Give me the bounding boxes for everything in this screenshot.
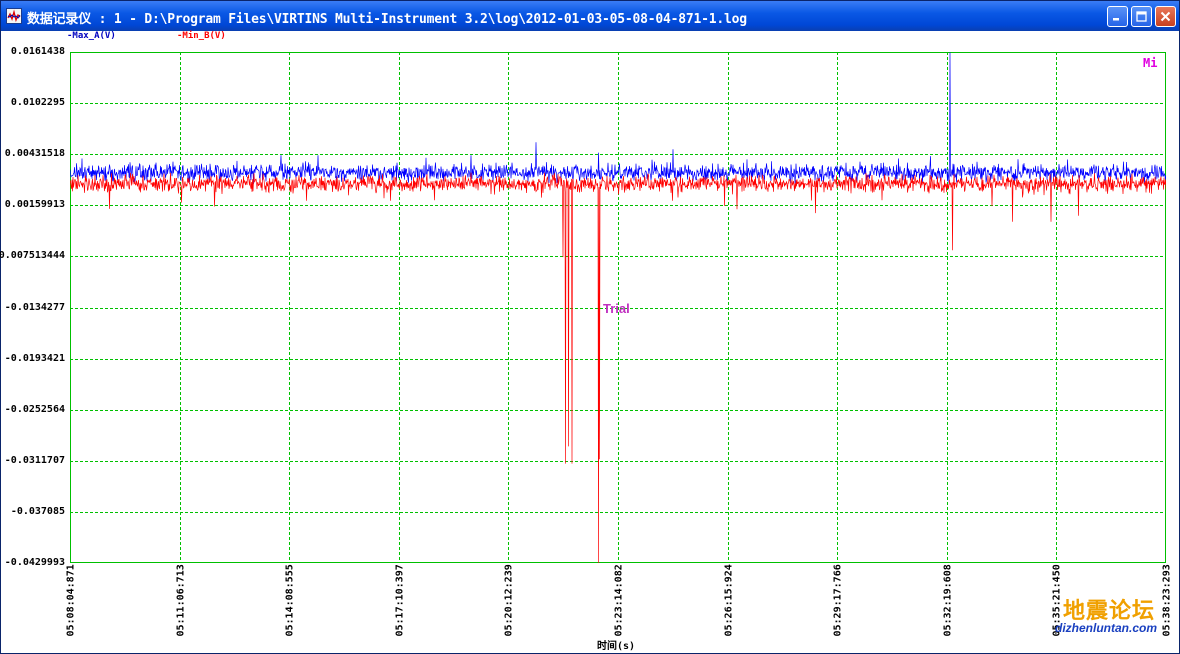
close-icon <box>1160 11 1171 22</box>
y-tick-label: -0.037085 <box>10 505 65 517</box>
app-icon[interactable] <box>6 8 22 24</box>
watermark-url: dizhenluntan.com <box>1055 621 1157 635</box>
x-tick-label: 05:17:10:397 <box>394 564 406 637</box>
window-title: 数据记录仪 : 1 - D:\Program Files\VIRTINS Mul… <box>27 12 747 27</box>
x-tick-label: 05:32:19:608 <box>942 564 954 637</box>
legend-series-a: -Max_A(V) <box>67 31 116 41</box>
x-tick-label: 05:14:08:555 <box>284 564 296 637</box>
title-bar[interactable]: 数据记录仪 : 1 - D:\Program Files\VIRTINS Mul… <box>1 1 1179 31</box>
close-button[interactable] <box>1155 6 1176 27</box>
data-logger-window: 数据记录仪 : 1 - D:\Program Files\VIRTINS Mul… <box>0 0 1180 654</box>
y-tick-label: 0.00431518 <box>4 148 65 160</box>
x-tick-label: 05:38:23:293 <box>1161 564 1173 637</box>
y-tick-label: -0.0252564 <box>4 403 65 415</box>
legend-series-b: -Min_B(V) <box>177 31 226 41</box>
x-tick-label: 05:23:14:082 <box>613 564 625 637</box>
x-tick-label: 05:08:04:871 <box>65 564 77 637</box>
y-tick-label: -0.0193421 <box>4 352 65 364</box>
minimize-button[interactable] <box>1107 6 1128 27</box>
x-tick-label: 05:26:15:924 <box>723 564 735 637</box>
y-tick-label: 0.0161438 <box>10 46 65 57</box>
x-tick-label: 05:29:17:766 <box>832 564 844 637</box>
minimize-icon <box>1113 18 1119 21</box>
trial-label: Trial <box>603 301 630 316</box>
y-tick-label: -0.0429993 <box>4 557 65 568</box>
y-tick-label: -0.0134277 <box>4 301 65 313</box>
y-tick-label: 0.0102295 <box>10 97 65 109</box>
mi-label: Mi <box>1143 56 1158 70</box>
x-axis-title: 时间(s) <box>597 641 636 652</box>
x-tick-label: 05:11:06:713 <box>175 564 187 637</box>
maximize-button[interactable] <box>1131 6 1152 27</box>
x-tick-label: 05:20:12:239 <box>503 564 515 637</box>
y-tick-label: 0.00159913 <box>4 199 65 211</box>
y-tick-label: -0.0311707 <box>4 454 65 466</box>
y-tick-label: 0.007513444 <box>0 250 65 262</box>
maximize-icon <box>1136 11 1147 22</box>
